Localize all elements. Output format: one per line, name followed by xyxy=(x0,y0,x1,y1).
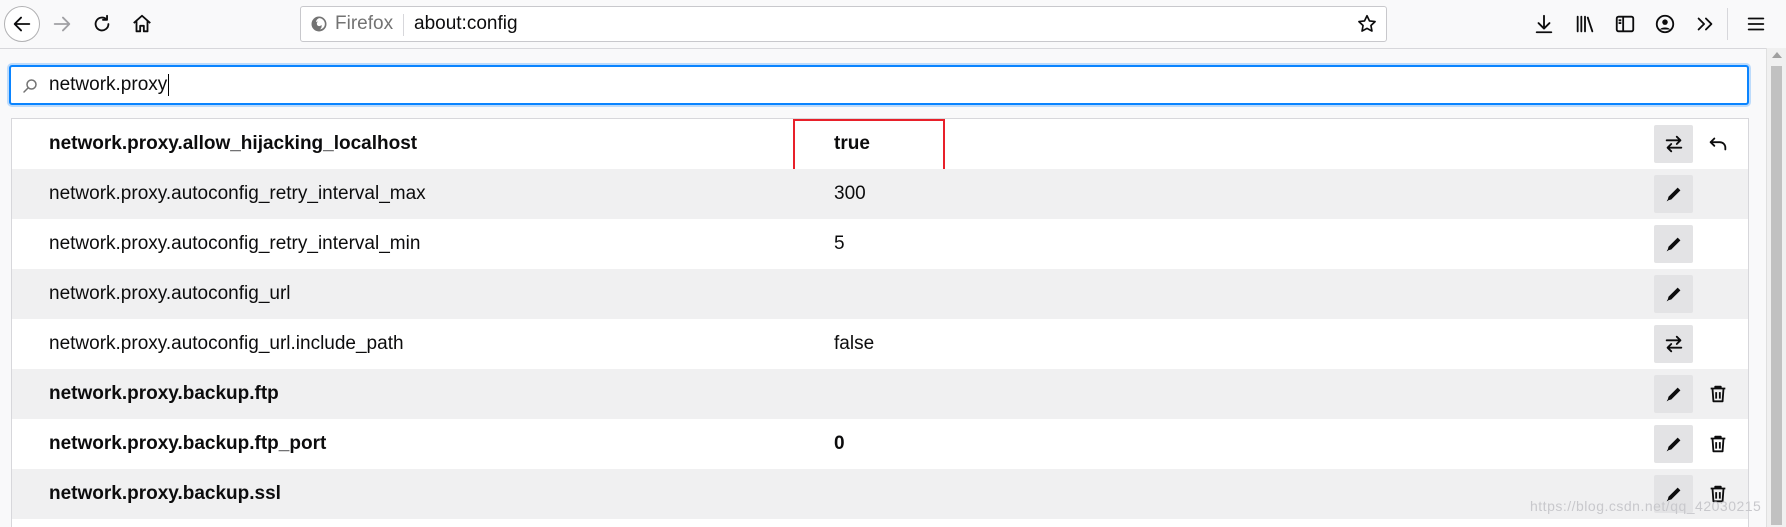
address-bar[interactable]: Firefox about:config xyxy=(300,6,1387,42)
toggle-button[interactable] xyxy=(1654,125,1693,163)
edit-button[interactable] xyxy=(1654,275,1693,313)
pref-row[interactable]: network.proxy.backup.ftp_port 0 xyxy=(12,419,1748,469)
pencil-icon xyxy=(1666,187,1680,202)
home-icon xyxy=(133,14,151,33)
home-button[interactable] xyxy=(124,6,160,42)
pref-row[interactable]: network.proxy.allow_hijacking_localhost t… xyxy=(12,119,1748,176)
account-button[interactable] xyxy=(1651,10,1679,38)
edit-button[interactable] xyxy=(1654,225,1693,263)
pref-name: network.proxy.backup.ftp xyxy=(49,383,279,404)
pref-row[interactable]: network.proxy.autoconfig_retry_interval_… xyxy=(12,219,1748,269)
bookmark-star-icon[interactable] xyxy=(1356,13,1378,35)
navigation-toolbar: Firefox about:config xyxy=(0,0,1786,49)
search-icon xyxy=(23,79,37,93)
arrow-left-icon xyxy=(13,16,31,32)
hamburger-menu-icon xyxy=(1747,17,1765,31)
pref-name: network.proxy.backup.ssl xyxy=(49,483,281,504)
watermark: https://blog.csdn.net/qq_42030215 xyxy=(1530,498,1762,514)
pref-row[interactable]: network.proxy.autoconfig_retry_interval_… xyxy=(12,169,1748,219)
menu-button[interactable] xyxy=(1742,10,1770,38)
edit-button[interactable] xyxy=(1654,375,1693,413)
toggle-arrows-icon xyxy=(1665,335,1682,353)
pref-value[interactable]: 5 xyxy=(834,219,845,269)
account-icon xyxy=(1655,14,1675,34)
pencil-icon xyxy=(1666,287,1680,302)
forward-button[interactable] xyxy=(44,6,80,42)
pencil-icon xyxy=(1666,237,1680,252)
pref-name: network.proxy.backup.ftp_port xyxy=(49,433,327,454)
pref-value[interactable]: 300 xyxy=(834,169,866,219)
pref-row[interactable]: network.proxy.autoconfig_url.include_pat… xyxy=(12,319,1748,369)
firefox-logo-icon xyxy=(311,16,327,32)
download-icon xyxy=(1535,14,1553,34)
back-button[interactable] xyxy=(4,6,40,42)
pref-value[interactable]: 0 xyxy=(834,419,845,469)
arrow-right-icon xyxy=(53,16,71,32)
delete-button[interactable] xyxy=(1702,379,1734,409)
undo-icon xyxy=(1709,137,1727,151)
pref-value[interactable]: true xyxy=(834,119,870,169)
pref-name: network.proxy.autoconfig_url.include_pat… xyxy=(49,333,404,354)
reset-button[interactable] xyxy=(1702,129,1734,159)
scrollbar-thumb[interactable] xyxy=(1771,66,1782,525)
reload-icon xyxy=(94,14,110,32)
library-icon xyxy=(1576,15,1594,33)
reload-button[interactable] xyxy=(84,6,120,42)
trash-icon xyxy=(1710,435,1726,453)
search-input[interactable]: network.proxy xyxy=(9,65,1749,105)
pref-row[interactable]: network.proxy.backup.ssl xyxy=(12,469,1748,519)
library-button[interactable] xyxy=(1571,10,1599,38)
pref-name: network.proxy.allow_hijacking_localhost xyxy=(49,133,418,154)
preferences-table: network.proxy.allow_hijacking_localhost t… xyxy=(11,118,1749,527)
pref-row[interactable]: network.proxy.backup.ftp xyxy=(12,369,1748,419)
toolbar-divider xyxy=(1727,8,1728,40)
pencil-icon xyxy=(1666,387,1680,402)
search-query: network.proxy xyxy=(49,67,169,103)
pref-name: network.proxy.autoconfig_url xyxy=(49,283,291,304)
pref-row[interactable]: network.proxy.autoconfig_url xyxy=(12,269,1748,319)
pref-name: network.proxy.autoconfig_retry_interval_… xyxy=(49,183,426,204)
pref-name: network.proxy.autoconfig_retry_interval_… xyxy=(49,233,421,254)
sidebar-icon xyxy=(1615,15,1635,33)
delete-button[interactable] xyxy=(1702,429,1734,459)
edit-button[interactable] xyxy=(1654,175,1693,213)
pref-value[interactable]: false xyxy=(834,319,874,369)
about-config-page: network.proxy network.proxy.allow_hijack… xyxy=(0,49,1766,527)
toggle-button[interactable] xyxy=(1654,325,1693,363)
url-text[interactable]: about:config xyxy=(414,7,518,41)
edit-button[interactable] xyxy=(1654,425,1693,463)
url-separator xyxy=(403,14,404,36)
identity-label: Firefox xyxy=(335,13,394,34)
scrollbar[interactable] xyxy=(1766,48,1786,527)
pencil-icon xyxy=(1666,437,1680,452)
downloads-button[interactable] xyxy=(1530,10,1558,38)
scroll-up-arrow[interactable] xyxy=(1772,52,1782,58)
trash-icon xyxy=(1710,385,1726,403)
toggle-arrows-icon xyxy=(1665,135,1682,153)
sidebar-button[interactable] xyxy=(1611,10,1639,38)
overflow-button[interactable] xyxy=(1691,10,1719,38)
identity-box[interactable]: Firefox xyxy=(309,7,393,41)
chevron-double-right-icon xyxy=(1697,17,1713,31)
